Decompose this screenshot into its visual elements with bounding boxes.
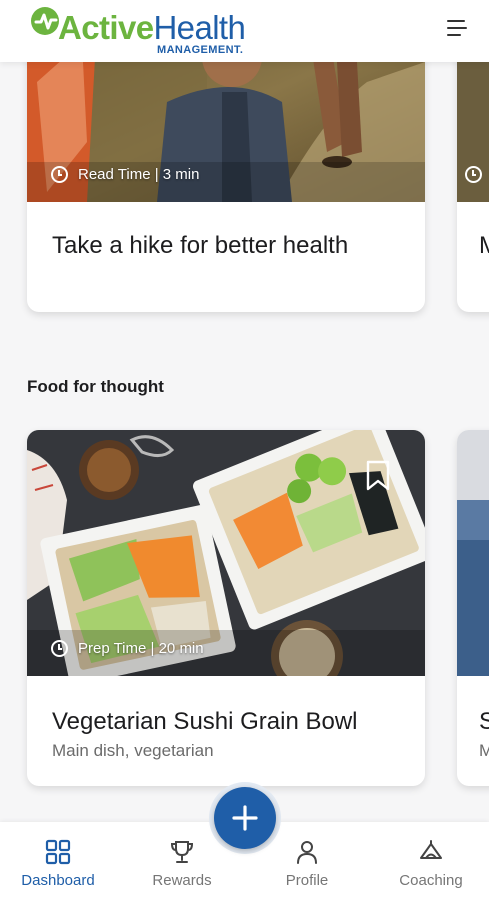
plus-icon xyxy=(232,805,258,831)
peek-clock-chip xyxy=(465,166,489,183)
recipe-subtitle: Main dish, vegetarian xyxy=(52,741,214,760)
read-time-label: Read Time | 3 min xyxy=(78,166,200,183)
sushi-bowl-photo: Prep Time | 20 min xyxy=(27,430,425,676)
article-card-peek-top[interactable]: M xyxy=(457,22,489,312)
trophy-icon xyxy=(170,841,194,863)
nav-label-dashboard: Dashboard xyxy=(21,872,95,889)
nav-dashboard[interactable]: Dashboard xyxy=(8,838,108,889)
peek-top-title: M xyxy=(479,232,489,260)
nav-coaching[interactable]: Coaching xyxy=(381,838,481,889)
article-title: Take a hike for better health xyxy=(52,232,349,259)
add-fab-button[interactable] xyxy=(209,782,281,854)
nav-label-rewards: Rewards xyxy=(152,872,212,889)
nav-label-profile: Profile xyxy=(285,872,329,889)
clock-icon xyxy=(51,640,68,657)
coaching-icon xyxy=(420,840,442,859)
peek-bottom-photo xyxy=(457,430,489,676)
read-time-chip: Read Time | 3 min xyxy=(51,166,199,183)
clock-icon xyxy=(465,166,482,183)
app-header: ActiveHealth MANAGEMENT. xyxy=(0,0,489,62)
prep-time-chip: Prep Time | 20 min xyxy=(51,640,204,657)
person-icon xyxy=(297,841,317,864)
brand-name-health: Health xyxy=(153,9,246,46)
prep-time-label: Prep Time | 20 min xyxy=(78,640,204,657)
recipe-card-peek-bottom[interactable]: S M xyxy=(457,430,489,786)
bookmark-icon[interactable] xyxy=(365,460,391,492)
brand-name-active: Active xyxy=(58,9,154,46)
peek-bottom-title: S xyxy=(479,708,489,735)
recipe-card-sushi-bowl[interactable]: Prep Time | 20 min Vegetarian Sushi Grai… xyxy=(27,430,425,786)
add-fab-inner xyxy=(214,787,276,849)
nav-rewards[interactable]: Rewards xyxy=(132,838,232,889)
brand-subtitle: MANAGEMENT. xyxy=(157,44,244,56)
recipe-title: Vegetarian Sushi Grain Bowl xyxy=(52,708,358,735)
clock-icon xyxy=(51,166,68,183)
nav-label-coaching: Coaching xyxy=(399,872,463,889)
nav-profile[interactable]: Profile xyxy=(257,838,357,889)
hamburger-menu-icon[interactable] xyxy=(447,20,469,40)
dashboard-grid-icon xyxy=(45,839,71,865)
brand-name: ActiveHealth xyxy=(58,8,246,48)
section-heading-food: Food for thought xyxy=(27,377,164,396)
article-card-hike[interactable]: Read Time | 3 min Take a hike for better… xyxy=(27,22,425,312)
peek-bottom-subtitle: M xyxy=(479,741,489,760)
activehealth-logo[interactable]: ActiveHealth MANAGEMENT. xyxy=(28,4,258,58)
app-screen: ActiveHealth MANAGEMENT. Read Time | 3 m… xyxy=(0,0,489,900)
